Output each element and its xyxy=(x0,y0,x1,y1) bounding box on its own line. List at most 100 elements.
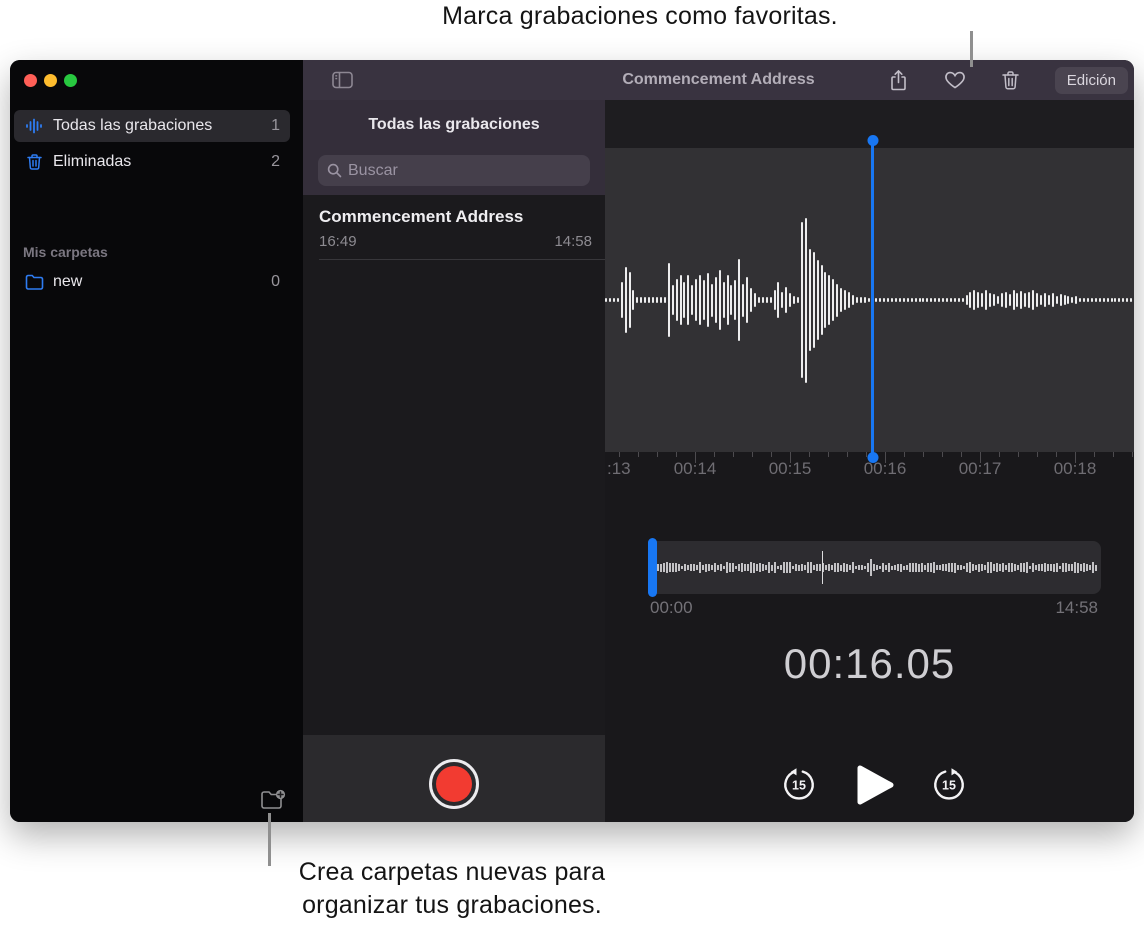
waveform-bar xyxy=(671,285,674,315)
trash-icon xyxy=(24,153,44,171)
overview-waveform-bar xyxy=(897,564,899,571)
waveform-bar xyxy=(710,283,713,317)
overview-waveform-bar xyxy=(864,565,866,570)
waveform-bar xyxy=(655,296,658,304)
waveform-bar xyxy=(1047,295,1050,305)
waveform-bar xyxy=(1059,294,1062,306)
overview-waveform-bar xyxy=(999,564,1001,571)
overview-waveform-bar xyxy=(849,565,851,570)
waveform-bar xyxy=(624,267,627,333)
edit-button[interactable]: Edición xyxy=(1054,66,1128,94)
waveform-bar xyxy=(1000,293,1003,307)
sidebar-item-all-recordings[interactable]: Todas las grabaciones 1 xyxy=(14,110,290,142)
overview-waveform-bar xyxy=(951,562,953,573)
sidebar-section-my-folders: Mis carpetas xyxy=(23,244,108,260)
waveform-bar xyxy=(1067,295,1070,305)
ruler-tick xyxy=(771,452,772,457)
playhead-top-handle[interactable] xyxy=(867,135,878,146)
waveform-bar xyxy=(605,297,607,303)
favorites-annotation: Marca grabaciones como favoritas. xyxy=(68,2,1144,31)
waveform-bar xyxy=(902,297,905,303)
zoom-window-button[interactable] xyxy=(64,74,77,87)
skip-back-15-button[interactable]: 15 xyxy=(782,768,816,802)
minimize-window-button[interactable] xyxy=(44,74,57,87)
overview-waveform-bar xyxy=(1011,563,1013,572)
sidebar-item-folder-new[interactable]: new 0 xyxy=(14,266,290,298)
overview-playhead[interactable] xyxy=(648,538,657,597)
recording-title: Commencement Address xyxy=(319,207,524,226)
overview-waveform-bar xyxy=(1068,563,1070,572)
overview-waveform-bar xyxy=(855,565,857,570)
waveform-bar xyxy=(820,265,823,335)
waveform-bar xyxy=(906,297,909,303)
overview-waveform-bar xyxy=(1086,563,1088,572)
waveform-bar xyxy=(804,217,807,383)
ruler-tick xyxy=(752,452,753,457)
waveform-bar xyxy=(1032,290,1035,310)
overview-waveform-bar xyxy=(846,563,848,572)
waveform-bar xyxy=(687,275,690,325)
waveform-bar xyxy=(863,296,866,304)
overview-waveform-bar xyxy=(840,564,842,571)
record-button[interactable] xyxy=(429,759,479,809)
waveform-bar xyxy=(757,296,760,304)
skip-forward-15-icon: 15 xyxy=(934,768,964,800)
overview-waveform-bar xyxy=(1050,564,1052,571)
delete-button[interactable] xyxy=(999,68,1023,92)
sidebar-item-label: Eliminadas xyxy=(53,153,132,170)
sidebar-item-deleted[interactable]: Eliminadas 2 xyxy=(14,146,290,178)
waveform-bar xyxy=(969,291,972,309)
waveform-bar xyxy=(898,297,901,303)
new-folder-button[interactable] xyxy=(258,786,288,814)
voice-memos-window: Todas las grabaciones 1 Eliminadas 2 Mis… xyxy=(10,60,1134,822)
sidebar-item-label: new xyxy=(53,273,83,290)
overview-waveform-bar xyxy=(984,564,986,571)
favorite-button[interactable] xyxy=(943,68,967,92)
waveform-bar xyxy=(808,248,811,352)
search-input[interactable]: Buscar xyxy=(318,155,590,186)
overview-waveform-bar xyxy=(858,565,860,570)
heart-icon xyxy=(944,71,965,89)
waveform-bar xyxy=(1036,293,1038,307)
waveform-bar xyxy=(667,262,670,338)
overview-waveform-bar xyxy=(885,565,887,570)
overview-waveform-bar xyxy=(891,565,893,570)
waveform-bar xyxy=(734,280,737,320)
search-placeholder: Buscar xyxy=(348,161,398,179)
waveform-bar xyxy=(953,297,956,303)
ruler-tick xyxy=(1094,452,1095,457)
play-button[interactable] xyxy=(853,762,897,808)
overview-waveform-bar xyxy=(1035,564,1037,571)
share-button[interactable] xyxy=(887,68,911,92)
overview-waveform-bar xyxy=(978,563,980,572)
recordings-panel-title: Todas las grabaciones xyxy=(368,116,540,133)
sidebar-toggle-button[interactable] xyxy=(330,69,354,91)
skip-forward-15-button[interactable]: 15 xyxy=(932,768,966,802)
waveform-bar xyxy=(989,292,991,308)
waveform-bar xyxy=(640,296,643,304)
waveform-bar xyxy=(659,296,662,304)
recordings-panel-header: Todas las grabaciones Buscar xyxy=(303,100,605,195)
playhead[interactable] xyxy=(867,135,878,463)
waveform-bar xyxy=(781,291,784,309)
sidebar-item-label: Todas las grabaciones xyxy=(53,117,213,134)
waveform-bar xyxy=(742,283,745,317)
playhead-bottom-handle[interactable] xyxy=(867,452,878,463)
overview-waveform-bar xyxy=(1056,563,1058,572)
overview-waveform-bar xyxy=(738,563,740,572)
ruler-tick xyxy=(961,452,962,457)
overview-waveform-bar xyxy=(684,564,686,571)
overview-waveform-bar xyxy=(753,562,755,573)
waveform-bar xyxy=(699,275,701,325)
waveform-bar xyxy=(1122,297,1125,303)
recording-list-item[interactable]: Commencement Address 16:49 14:58 xyxy=(303,195,605,260)
close-window-button[interactable] xyxy=(24,74,37,87)
overview-waveform-bar xyxy=(795,563,797,572)
waveform-overview[interactable] xyxy=(648,541,1101,594)
waveform-bar xyxy=(765,296,768,304)
ruler-tick xyxy=(1018,452,1019,457)
waveform-detail-view[interactable] xyxy=(605,148,1134,452)
overview-waveform-bar xyxy=(726,562,728,573)
overview-waveform-bar xyxy=(852,562,854,573)
ruler-tick xyxy=(847,452,848,457)
